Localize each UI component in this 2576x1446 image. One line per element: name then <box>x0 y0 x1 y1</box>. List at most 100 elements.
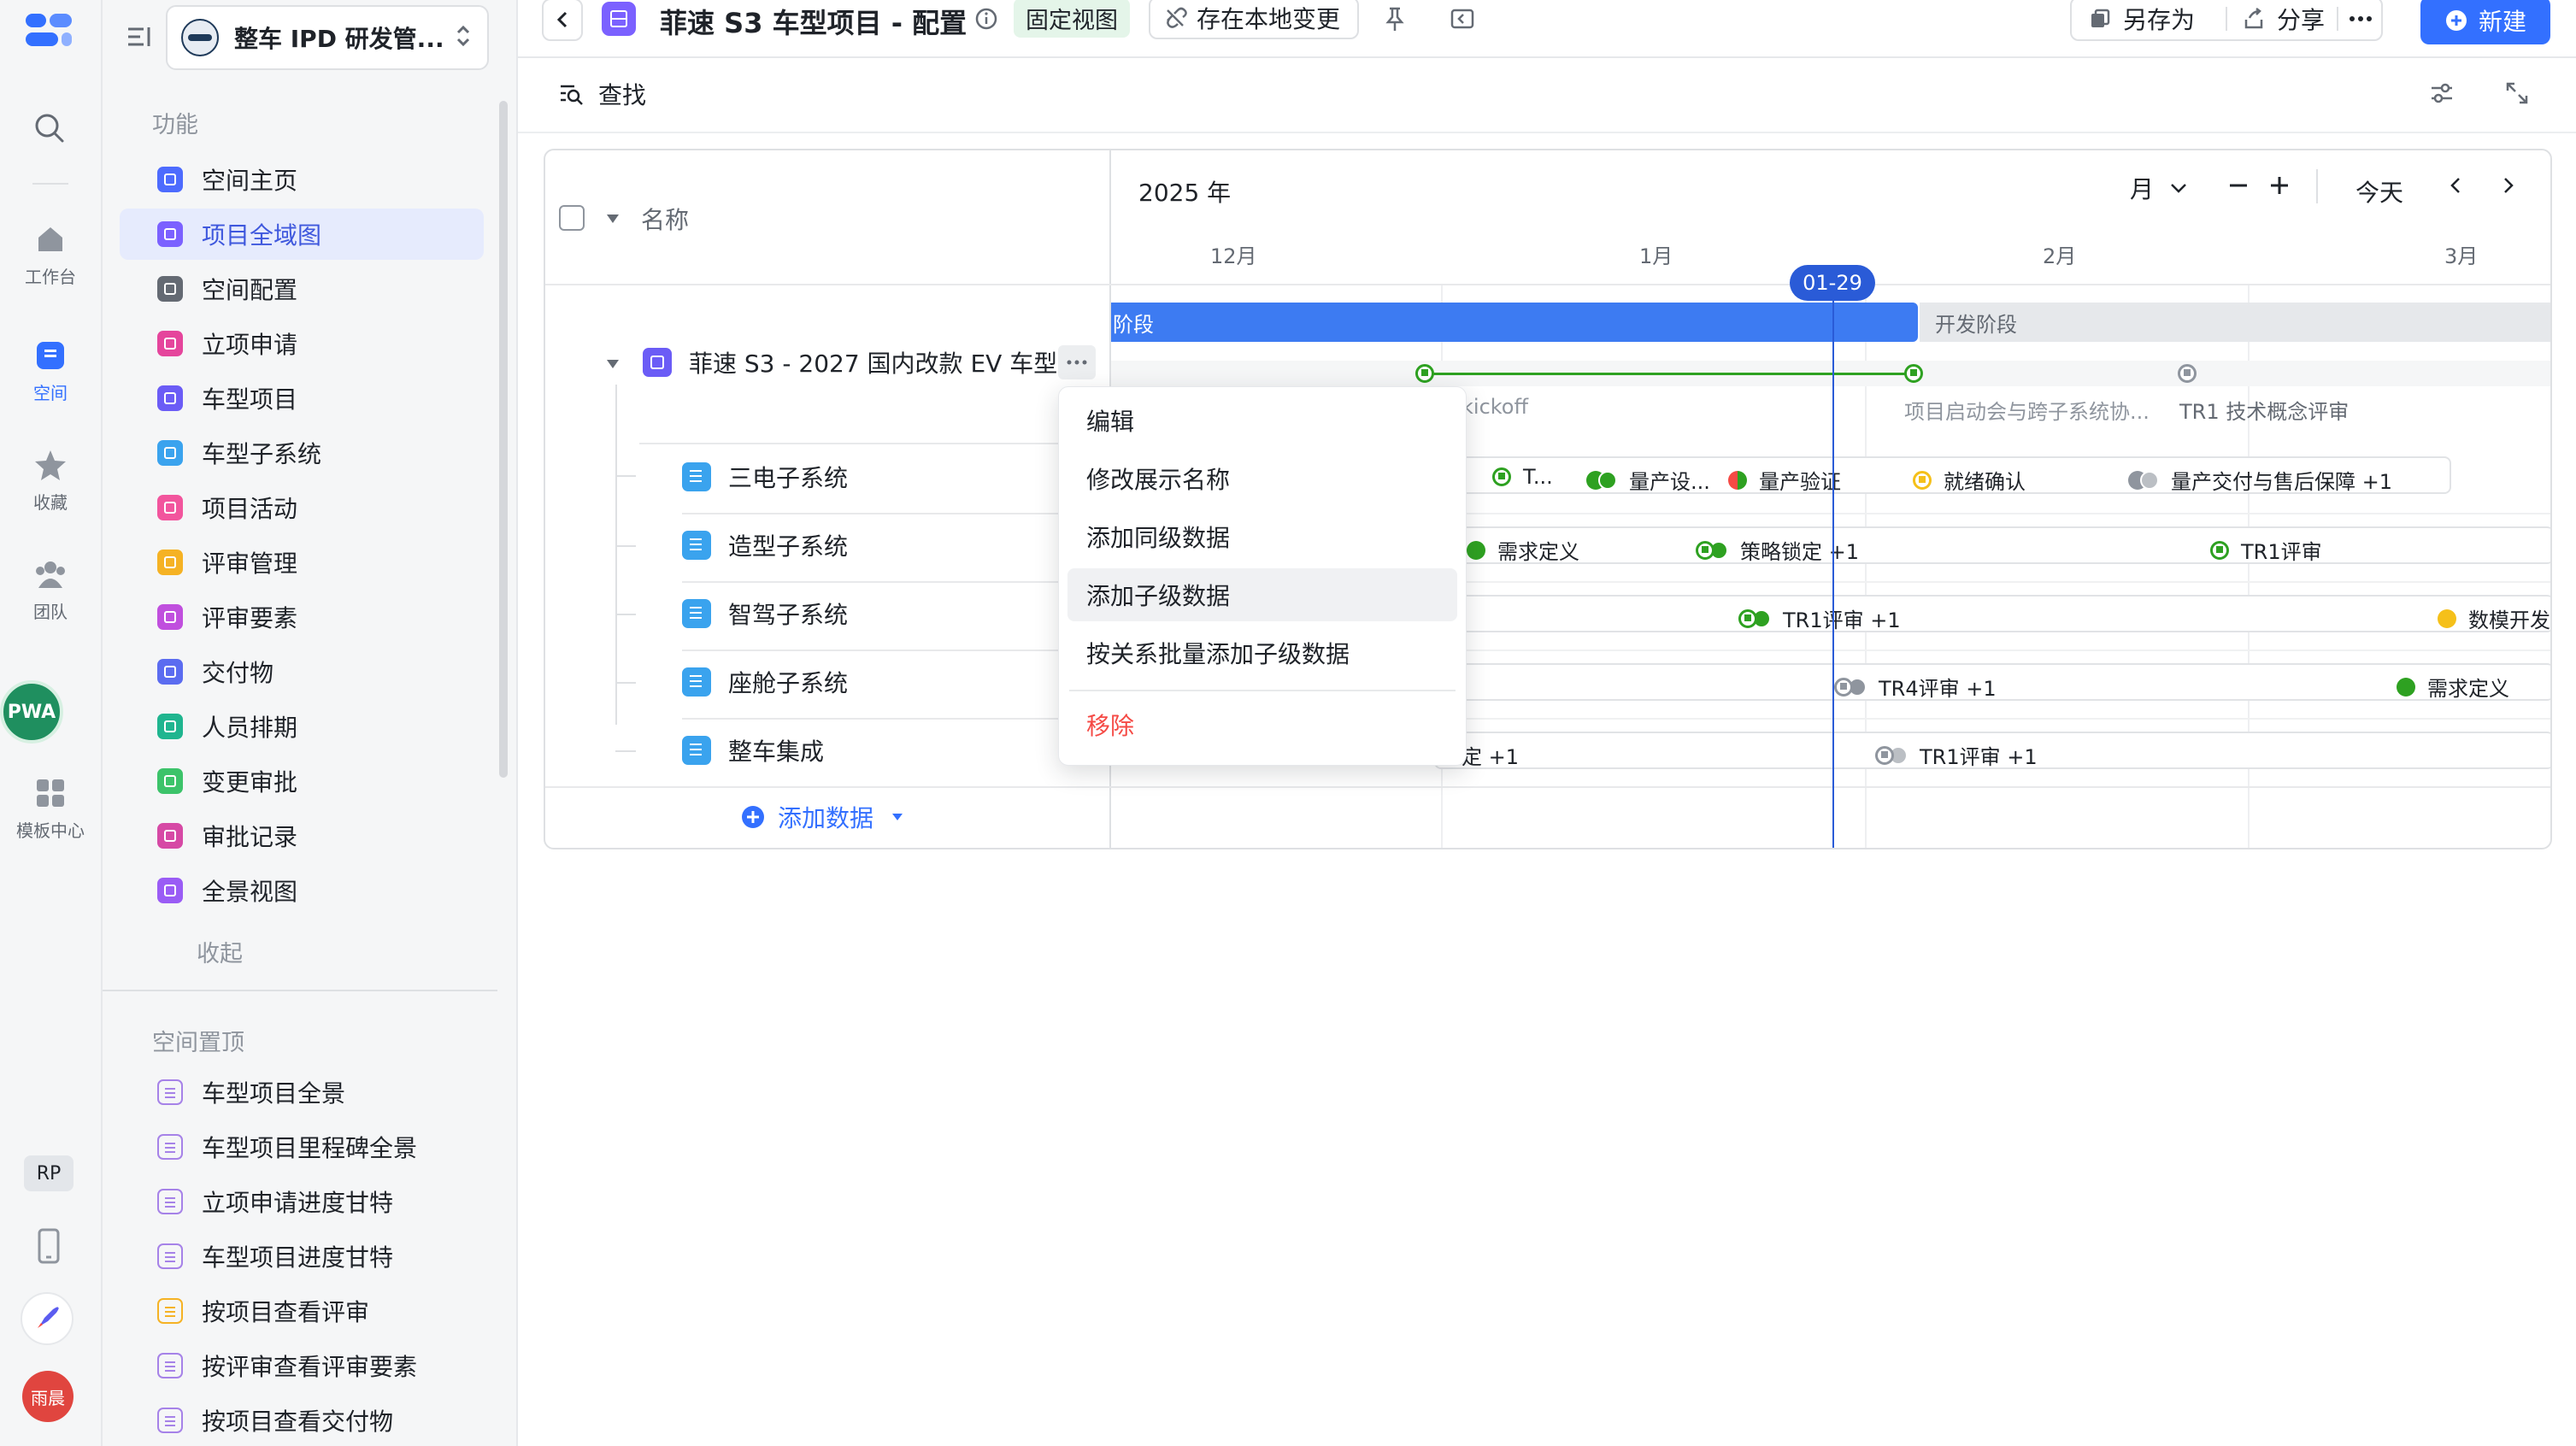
child-row[interactable]: 造型子系统 <box>682 528 848 562</box>
sidebar-toggle-icon[interactable] <box>1450 7 1475 31</box>
subsystem-icon <box>682 667 711 697</box>
milestone[interactable]: 量产交付与售后保障 +1 <box>2128 465 2392 495</box>
row-separator <box>682 718 1109 720</box>
app-logo-icon[interactable] <box>26 14 74 48</box>
menu-item-rename-display[interactable]: 修改展示名称 <box>1067 452 1457 505</box>
avatar[interactable]: 雨晨 <box>22 1371 74 1422</box>
phase-bar-next[interactable]: 开发阶段 <box>1920 303 2550 342</box>
menu-item-batch-add-child[interactable]: 按关系批量添加子级数据 <box>1067 626 1457 679</box>
milestone[interactable]: 量产设... <box>1586 465 1710 495</box>
workspace-switcher[interactable]: 整车 IPD 研发管... <box>166 5 489 70</box>
sidebar-item[interactable]: 空间主页 <box>120 154 484 205</box>
scale-select[interactable]: 月 <box>2130 171 2188 205</box>
pwa-badge[interactable]: PWA <box>0 680 63 744</box>
sidebar-item[interactable]: 空间配置 <box>120 263 484 314</box>
milestone[interactable]: TR1评审 <box>2210 535 2322 565</box>
today-line <box>1832 284 1834 848</box>
menu-item-label: 按关系批量添加子级数据 <box>1086 640 1350 668</box>
sidebar-item[interactable]: 车型子系统 <box>120 427 484 479</box>
sidebar-item[interactable]: 车型项目 <box>120 373 484 424</box>
row-more-button[interactable] <box>1058 345 1096 379</box>
collapse-sidebar-icon[interactable] <box>125 22 154 51</box>
menu-item-remove[interactable]: 移除 <box>1067 698 1457 751</box>
search-icon[interactable] <box>32 111 67 145</box>
sidebar-item[interactable]: 人员排期 <box>120 701 484 752</box>
rp-badge[interactable]: RP <box>24 1155 74 1191</box>
milestone[interactable]: 策略锁定 +1 <box>1696 535 1859 565</box>
save-as-button[interactable]: 另存为 <box>2089 0 2195 39</box>
pinned-item[interactable]: 按项目查看交付物 <box>120 1395 484 1446</box>
milestone-flag-icon[interactable] <box>1415 364 1434 383</box>
zoom-out-button[interactable] <box>2226 173 2251 198</box>
milestone[interactable]: TR4评审 +1 <box>1834 672 1997 702</box>
sidebar-item[interactable]: 交付物 <box>120 646 484 697</box>
sidebar-item[interactable]: 立项申请 <box>120 318 484 369</box>
child-row[interactable]: 座舱子系统 <box>682 665 848 699</box>
rail-item-templates[interactable]: 模板中心 <box>0 774 101 842</box>
back-button[interactable] <box>542 0 583 41</box>
milestone[interactable]: 需求定义 <box>1467 535 1579 565</box>
milestone-flag-icon <box>1738 608 1757 628</box>
menu-item-add-child[interactable]: 添加子级数据 <box>1067 568 1457 621</box>
pinned-item[interactable]: 按评审查看评审要素 <box>120 1340 484 1391</box>
sidebar-scrollbar[interactable] <box>499 101 508 778</box>
today-button[interactable]: 今天 <box>2355 174 2403 209</box>
phase-bar[interactable]: 阶段 <box>1111 303 1918 342</box>
sidebar-item[interactable]: 审批记录 <box>120 810 484 861</box>
milestone[interactable]: 就绪确认 <box>1913 465 2026 495</box>
milestone[interactable]: 量产验证 <box>1728 465 1841 495</box>
select-all-checkbox[interactable] <box>559 205 585 231</box>
menu-item-edit[interactable]: 编辑 <box>1067 394 1457 447</box>
expand-icon[interactable] <box>2504 80 2530 106</box>
caret-down-icon[interactable] <box>605 212 620 224</box>
zoom-in-button[interactable] <box>2267 173 2292 198</box>
parent-row[interactable]: 菲速 S3 - 2027 国内改款 EV 车型 <box>643 345 1057 379</box>
local-changes-button[interactable]: 存在本地变更 <box>1149 0 1359 39</box>
pinned-item[interactable]: 车型项目进度甘特 <box>120 1231 484 1282</box>
pinned-item[interactable]: 按项目查看评审 <box>120 1285 484 1337</box>
rail-item-workbench[interactable]: 工作台 <box>0 220 101 288</box>
header-action-group: 另存为 分享 <box>2070 0 2383 41</box>
milestone[interactable]: T... <box>1492 465 1553 489</box>
caret-down-icon[interactable] <box>605 357 620 369</box>
filter-settings-icon[interactable] <box>2429 80 2455 106</box>
sidebar-item[interactable]: 全景视图 <box>120 865 484 916</box>
menu-item-add-sibling[interactable]: 添加同级数据 <box>1067 510 1457 563</box>
next-button[interactable] <box>2497 173 2520 198</box>
add-data-button[interactable]: 添加数据 <box>740 800 904 834</box>
rail-item-space[interactable]: 空间 <box>0 337 101 404</box>
pin-icon[interactable] <box>1381 5 1409 32</box>
more-button[interactable] <box>2344 0 2378 39</box>
milestone[interactable]: 需求定义 <box>2397 672 2509 702</box>
sidebar-item[interactable]: 项目全域图 <box>120 209 484 260</box>
pinned-item[interactable]: 车型项目里程碑全景 <box>120 1121 484 1173</box>
sidebar-item[interactable]: 变更审批 <box>120 755 484 807</box>
pinned-item[interactable]: 立项申请进度甘特 <box>120 1176 484 1227</box>
collapse-link[interactable]: 收起 <box>197 935 243 968</box>
pinned-item[interactable]: 车型项目全景 <box>120 1067 484 1118</box>
child-row[interactable]: 整车集成 <box>682 733 824 767</box>
info-icon[interactable] <box>974 7 998 31</box>
mobile-icon[interactable] <box>34 1227 63 1265</box>
find-button[interactable]: 查找 <box>559 77 646 111</box>
new-button[interactable]: 新建 <box>2420 0 2550 44</box>
milestone[interactable]: TR1评审 +1 <box>1738 603 1901 633</box>
milestone[interactable]: 定 +1 <box>1461 740 1519 770</box>
child-row-label: 智驾子系统 <box>728 601 849 629</box>
rail-item-favorites[interactable]: 收藏 <box>0 446 101 514</box>
rail-item-team[interactable]: 团队 <box>0 555 101 623</box>
share-button[interactable]: 分享 <box>2243 0 2325 39</box>
milestone-flag-icon[interactable] <box>1904 364 1923 383</box>
milestone-flag-icon[interactable] <box>2178 364 2197 383</box>
child-row-label: 三电子系统 <box>728 464 849 492</box>
sidebar-item[interactable]: 项目活动 <box>120 482 484 533</box>
rocket-icon[interactable] <box>21 1292 74 1345</box>
milestone[interactable]: TR1评审 +1 <box>1875 740 2038 770</box>
milestone[interactable]: 数模开发 <box>2438 603 2550 633</box>
header-divider <box>2337 7 2338 31</box>
sidebar-item[interactable]: 评审要素 <box>120 591 484 643</box>
child-row[interactable]: 三电子系统 <box>682 460 848 494</box>
child-row[interactable]: 智驾子系统 <box>682 597 848 631</box>
sidebar-item[interactable]: 评审管理 <box>120 537 484 588</box>
prev-button[interactable] <box>2444 173 2467 198</box>
